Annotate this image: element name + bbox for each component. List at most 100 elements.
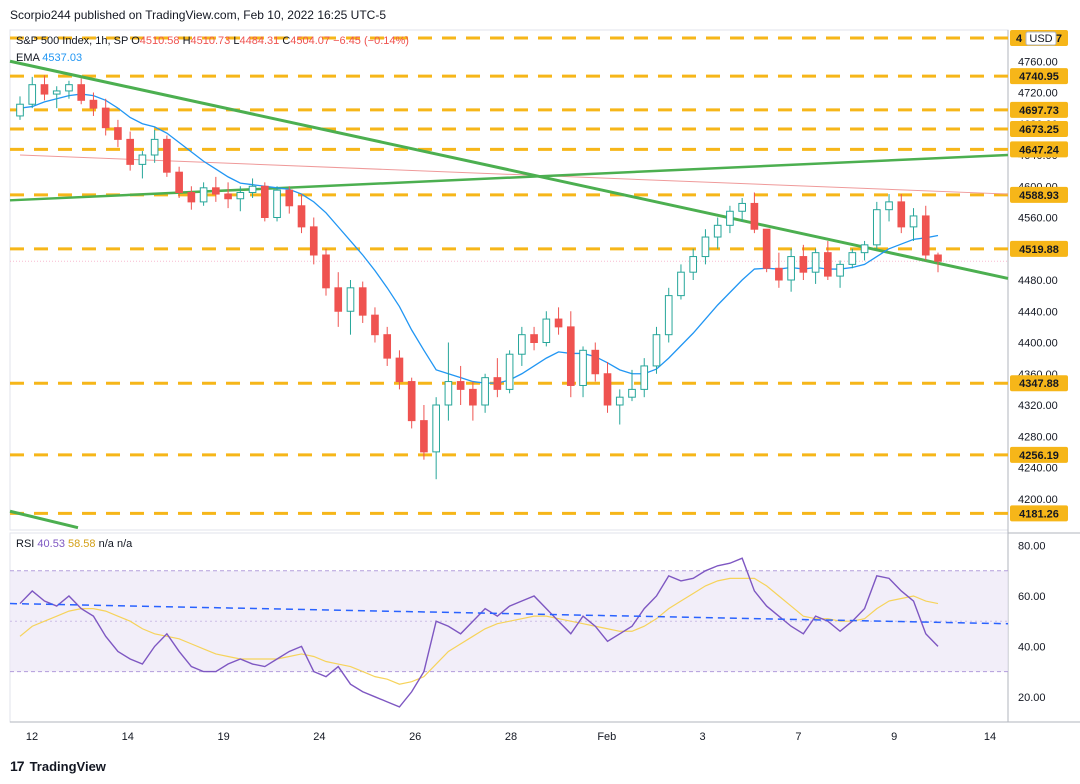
candle-body (150, 138, 159, 156)
candle-body (921, 215, 930, 256)
candle-body (726, 210, 734, 226)
time-tick-label: Feb (597, 731, 616, 743)
candle-body (750, 202, 759, 230)
price-legend: S&P 500 Index, 1h, SP O4510.58 H4510.73 … (16, 35, 409, 47)
footer-brand: TradingView (29, 758, 106, 774)
candle-body (787, 256, 795, 281)
rsi-legend-part: 40.53 (37, 538, 68, 550)
candle-body (420, 420, 428, 453)
h-level-price-label: 4181.26 (1019, 508, 1059, 520)
candle-body (163, 138, 171, 173)
candle-body (40, 84, 49, 95)
candle-body (126, 138, 134, 165)
rsi-legend-part: n/a (99, 538, 117, 550)
chart-canvas[interactable]: 4200.00 4240.00 4280.00 4320.00 4 3 60.00 4400.… (0, 0, 1080, 784)
candle-body (762, 228, 771, 269)
time-tick-label: 14 (122, 731, 134, 743)
candle-body (860, 244, 869, 254)
price-tick-label: 4320.00 (1018, 400, 1058, 412)
time-tick-label: 3 (700, 731, 706, 743)
candle-body (248, 185, 257, 193)
candle-body (677, 271, 685, 297)
candle-body (322, 254, 330, 289)
time-tick-label: 28 (505, 731, 517, 743)
legend-part: 4510.73 (191, 35, 234, 47)
rsi-legend-part: 58.58 (68, 538, 99, 550)
rsi-legend-part: n/a (117, 538, 133, 550)
candle-body (334, 287, 343, 312)
ema-line (19, 93, 939, 384)
candle-body (542, 318, 551, 343)
candle-body (383, 334, 392, 359)
candle-body (738, 202, 746, 212)
legend-part: C (282, 35, 290, 47)
candle-body (885, 201, 893, 211)
h-level-price-label: 4347.88 (1019, 378, 1059, 390)
rsi-tick-label: 40.00 (1018, 641, 1046, 653)
legend-part: 4504.07 (290, 35, 333, 47)
h-level-price-label: 4740.95 (1019, 71, 1059, 83)
candle-body (346, 287, 355, 312)
candle-body (640, 365, 649, 390)
top-level-tag-suffix: 7 (1056, 33, 1062, 45)
candle-body (199, 187, 208, 203)
time-tick-label: 24 (313, 731, 325, 743)
candle-body (65, 84, 73, 92)
price-tick-label: 4480.00 (1018, 275, 1058, 287)
candle-body (52, 90, 61, 95)
candle-body (77, 84, 86, 101)
tv-logo-icon: 17 (10, 758, 25, 774)
candle-body (701, 236, 710, 258)
candle-body (224, 193, 232, 200)
downtrend-line (9, 59, 1009, 280)
candle-body (799, 256, 808, 273)
h-level-price-label: 4697.73 (1019, 105, 1059, 117)
time-tick-label: 14 (984, 731, 996, 743)
time-tick-label: 26 (409, 731, 421, 743)
candle-body (481, 377, 489, 406)
time-tick-label: 19 (217, 731, 229, 743)
time-tick-label: 7 (795, 731, 801, 743)
rsi-tick-label: 80.00 (1018, 541, 1046, 553)
candle-body (811, 252, 820, 273)
price-tick-label: 4400.00 (1018, 338, 1058, 350)
candle-body (273, 189, 281, 218)
candle-body (615, 396, 624, 406)
tradingview-logo[interactable]: 17 TradingView (10, 758, 106, 774)
candle-body (836, 263, 844, 277)
candle-body (28, 84, 37, 105)
candle-body (909, 215, 918, 228)
candle-body (518, 334, 526, 355)
price-tick-label: 4280.00 (1018, 431, 1058, 443)
candle-body (16, 103, 24, 117)
candle-body (554, 318, 563, 328)
h-level-price-label: 4673.25 (1019, 124, 1059, 136)
legend-part: S&P 500 Index, 1h, SP (16, 35, 131, 47)
rsi-tick-label: 20.00 (1018, 692, 1046, 704)
h-level-price-label: 4256.19 (1019, 450, 1059, 462)
candle-body (456, 381, 465, 390)
rsi-legend: RSI 40.53 58.58 n/a n/a (16, 538, 133, 550)
time-tick-label: 12 (26, 731, 38, 743)
price-tick-label: 4200.00 (1018, 494, 1058, 506)
legend-part: 4510.58 (140, 35, 183, 47)
candle-body (89, 99, 98, 109)
h-level-price-label: 4588.93 (1019, 190, 1059, 202)
candle-body (848, 252, 857, 265)
candle-body (775, 267, 783, 281)
candle-body (713, 224, 722, 238)
time-tick-label: 9 (891, 731, 897, 743)
legend-part: 4484.31 (239, 35, 282, 47)
candle-body (579, 349, 587, 386)
h-level-price-label: 4647.24 (1019, 144, 1060, 156)
candle-body (236, 192, 245, 200)
candle-body (371, 314, 379, 336)
candle-body (297, 205, 306, 228)
candle-body (872, 209, 881, 246)
candle-body (652, 334, 661, 367)
candle-body (897, 201, 906, 228)
candle-body (664, 295, 673, 336)
candle-body (358, 287, 367, 316)
ema-legend-label: EMA (16, 52, 42, 64)
legend-part: H (183, 35, 191, 47)
